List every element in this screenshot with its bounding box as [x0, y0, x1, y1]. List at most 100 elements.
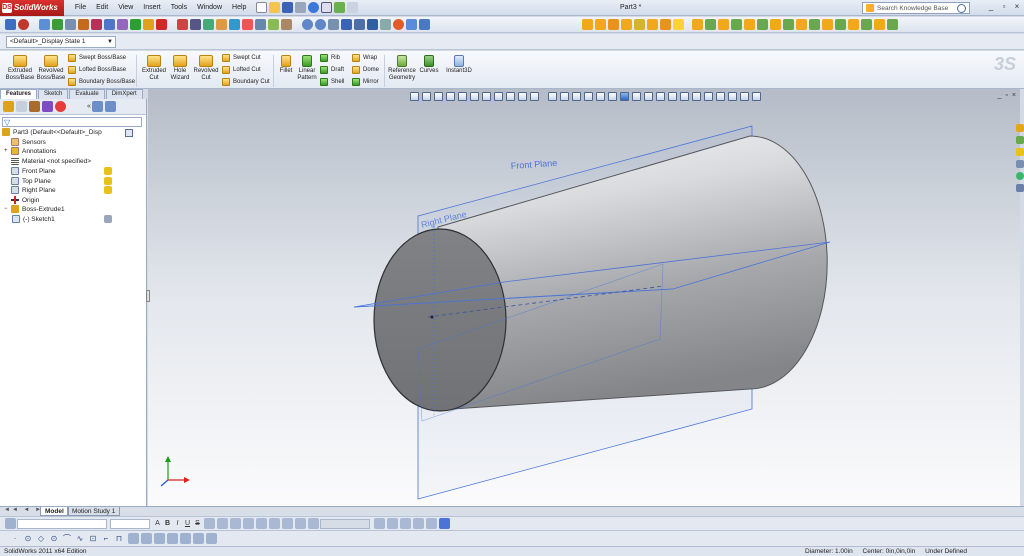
undo-icon[interactable] — [308, 2, 320, 13]
format-painter-icon[interactable] — [5, 518, 16, 529]
hide-edge-icon[interactable] — [413, 518, 424, 529]
view-orientation-icon[interactable] — [354, 19, 365, 30]
toolbar-orange-10-icon[interactable] — [718, 19, 729, 30]
close-button[interactable]: × — [1012, 2, 1022, 12]
menu-view[interactable]: View — [113, 0, 138, 16]
search-knowledge-base[interactable]: Search Knowledge Base — [862, 2, 970, 14]
panel-splitter[interactable] — [146, 290, 150, 302]
extruded-boss-button[interactable]: Extruded Boss/Base — [4, 55, 36, 82]
search-icon[interactable] — [957, 3, 966, 13]
point-icon[interactable]: · — [10, 534, 20, 544]
rebuild-traffic-icon[interactable] — [18, 19, 29, 30]
toolbar-orange-11-icon[interactable] — [744, 19, 755, 30]
tab-sketch[interactable]: Sketch — [38, 89, 69, 99]
split-panel-icon[interactable] — [104, 101, 116, 112]
polygon-icon[interactable]: ◇ — [36, 534, 46, 544]
revolved-boss-button[interactable]: Revolved Boss/Base — [35, 55, 67, 82]
select-arrow-icon[interactable] — [5, 19, 16, 30]
file-properties-icon[interactable] — [347, 2, 359, 13]
boundary-boss-button[interactable]: Boundary Boss/Base — [68, 77, 135, 87]
tree-item-annotations[interactable]: + Annotations — [4, 147, 56, 155]
mirror-entities-icon[interactable] — [216, 19, 227, 30]
toolbar-green-1-icon[interactable] — [705, 19, 716, 30]
lofted-boss-button[interactable]: Lofted Boss/Base — [68, 65, 126, 75]
curves-button[interactable]: Curves — [418, 55, 440, 75]
swept-boss-button[interactable]: Swept Boss/Base — [68, 53, 126, 63]
tree-item-sensors[interactable]: Sensors — [4, 138, 46, 146]
tab-dimxpert[interactable]: DimXpert — [105, 89, 143, 99]
toolbar-orange-12-icon[interactable] — [770, 19, 781, 30]
toolbar-green-7-icon[interactable] — [861, 19, 872, 30]
sketch-tool-1-icon[interactable] — [128, 533, 139, 544]
fillet-button[interactable]: Fillet — [276, 55, 296, 75]
design-library-icon[interactable] — [1016, 136, 1024, 144]
bold-button[interactable]: B — [163, 520, 172, 527]
justify-icon[interactable] — [243, 518, 254, 529]
toolbar-orange-9-icon[interactable] — [692, 19, 703, 30]
font-family-dropdown[interactable] — [17, 518, 107, 529]
tree-item-origin[interactable]: Origin — [4, 196, 39, 204]
show-display-pane-button[interactable] — [125, 129, 133, 137]
toolbar-orange-13-icon[interactable] — [796, 19, 807, 30]
tab-features[interactable]: Features — [0, 89, 38, 99]
collapse-chevron-icon[interactable]: « — [87, 103, 91, 110]
chart-icon[interactable] — [156, 19, 167, 30]
menu-file[interactable]: File — [70, 0, 91, 16]
rib-button[interactable]: Rib — [320, 53, 340, 63]
arc-icon[interactable] — [104, 19, 115, 30]
view-palette-icon[interactable] — [1016, 160, 1024, 168]
shell-button[interactable]: Shell — [320, 77, 344, 87]
tree-item-boss-extrude[interactable]: − Boss-Extrude1 — [4, 205, 65, 213]
expand-icon[interactable]: + — [4, 148, 10, 154]
new-document-icon[interactable] — [256, 2, 268, 13]
collapse-icon[interactable]: − — [4, 206, 10, 212]
menu-edit[interactable]: Edit — [91, 0, 113, 16]
lofted-cut-button[interactable]: Lofted Cut — [222, 65, 261, 75]
save-icon[interactable] — [282, 2, 294, 13]
toolbar-orange-1-icon[interactable] — [582, 19, 593, 30]
sketch-tool-6-icon[interactable] — [193, 533, 204, 544]
sketch-tool-5-icon[interactable] — [180, 533, 191, 544]
toolbar-green-2-icon[interactable] — [731, 19, 742, 30]
draft-button[interactable]: Draft — [320, 65, 344, 75]
rectangle-icon[interactable] — [78, 19, 89, 30]
solidworks-logo[interactable]: DS SolidWorks — [0, 0, 64, 16]
swept-cut-button[interactable]: Swept Cut — [222, 53, 261, 63]
numbering-icon[interactable] — [269, 518, 280, 529]
tab-motion-study[interactable]: Motion Study 1 — [67, 507, 121, 516]
toolbar-orange-2-icon[interactable] — [595, 19, 606, 30]
plane-visibility-icon[interactable] — [104, 186, 112, 194]
trim-icon[interactable] — [177, 19, 188, 30]
sketch-tool-3-icon[interactable] — [154, 533, 165, 544]
zoom-fit-icon[interactable] — [302, 19, 313, 30]
appearances-icon[interactable] — [1016, 172, 1024, 180]
hide-show-icon[interactable] — [380, 19, 391, 30]
sketch-icon[interactable] — [39, 19, 50, 30]
extruded-cut-button[interactable]: Extruded Cut — [139, 55, 169, 82]
tree-item-front-plane[interactable]: Front Plane — [4, 167, 56, 175]
spline-icon[interactable]: ∿ — [75, 534, 85, 544]
view-settings-icon[interactable] — [419, 19, 430, 30]
toolbar-green-6-icon[interactable] — [835, 19, 846, 30]
cylinder-end-face[interactable] — [373, 228, 507, 412]
line-color-icon[interactable] — [374, 518, 385, 529]
smart-dimension-icon[interactable] — [52, 19, 63, 30]
wrap-button[interactable]: Wrap — [352, 53, 377, 63]
sketch-tool-2-icon[interactable] — [141, 533, 152, 544]
scene-icon[interactable] — [406, 19, 417, 30]
previous-view-icon[interactable] — [328, 19, 339, 30]
align-center-icon[interactable] — [217, 518, 228, 529]
tree-item-material[interactable]: Material <not specified> — [4, 157, 91, 165]
italic-button[interactable]: I — [173, 520, 182, 527]
strikethrough-button[interactable]: S — [193, 520, 202, 527]
hole-wizard-button[interactable]: Hole Wizard — [166, 55, 194, 82]
pattern-icon[interactable] — [229, 19, 240, 30]
quick-snaps-icon[interactable] — [281, 19, 292, 30]
solidworks-resources-icon[interactable] — [1016, 124, 1024, 132]
configuration-manager-icon[interactable] — [29, 101, 40, 112]
indent-icon[interactable] — [282, 518, 293, 529]
show-edge-icon[interactable] — [426, 518, 437, 529]
display-manager-icon[interactable] — [55, 101, 66, 112]
dome-button[interactable]: Dome — [352, 65, 379, 75]
cylinder-model[interactable]: Front Plane Right Plane — [148, 89, 1020, 506]
